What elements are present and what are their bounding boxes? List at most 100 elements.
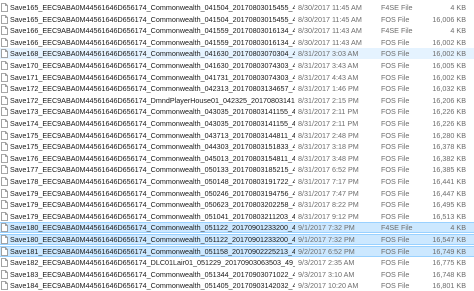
file-icon — [1, 200, 8, 210]
file-name: Save172_EEC9ABA0M44561646D656174_DmndPla… — [10, 95, 295, 105]
file-date-modified: 8/30/2017 11:45 AM — [298, 3, 362, 12]
file-icon — [1, 84, 8, 94]
file-size: 16,513 KB — [432, 211, 466, 221]
file-list: Save165_EEC9ABA0M44561646D656174_Commonw… — [0, 0, 474, 290]
file-size: 16,378 KB — [432, 142, 466, 152]
file-row[interactable]: Save180_EEC9ABA0M44561646D656174_Commonw… — [0, 222, 474, 234]
file-name: Save178_EEC9ABA0M44561646D656174_Commonw… — [10, 177, 295, 186]
file-size: 16,006 KB — [432, 14, 466, 24]
file-date-modified: 8/31/2017 7:17 PM — [298, 177, 359, 186]
file-date-modified: 8/31/2017 2:11 PM — [298, 119, 359, 128]
file-name: Save179_EEC9ABA0M44561646D656174_Commonw… — [10, 200, 295, 210]
file-icon — [1, 49, 8, 59]
file-date-modified: 9/3/2017 2:35 AM — [298, 258, 355, 268]
file-row[interactable]: Save166_EEC9ABA0M44561646D656174_Commonw… — [0, 25, 474, 36]
file-size: 16,748 KB — [432, 269, 466, 279]
file-icon — [1, 223, 8, 233]
file-name: Save166_EEC9ABA0M44561646D656174_Commonw… — [10, 37, 295, 47]
file-date-modified: 8/31/2017 3:18 PM — [298, 142, 359, 152]
file-icon — [1, 246, 8, 256]
file-size: 16,002 KB — [432, 72, 466, 82]
file-date-modified: 8/31/2017 2:11 PM — [298, 107, 359, 117]
file-name: Save168_EEC9ABA0M44561646D656174_Commonw… — [10, 49, 295, 59]
file-row[interactable]: Save172_EEC9ABA0M44561646D656174_DmndPla… — [0, 95, 474, 106]
file-icon — [1, 258, 8, 268]
file-row[interactable]: Save179_EEC9ABA0M44561646D656174_Commonw… — [0, 199, 474, 210]
file-size: 16,441 KB — [432, 177, 466, 186]
file-name: Save181_EEC9ABA0M44561646D656174_Commonw… — [10, 246, 295, 256]
file-date-modified: 8/31/2017 1:46 PM — [298, 84, 359, 94]
file-name: Save171_EEC9ABA0M44561646D656174_Commonw… — [10, 72, 295, 82]
file-size: 16,495 KB — [432, 200, 466, 210]
file-row[interactable]: Save174_EEC9ABA0M44561646D656174_Commonw… — [0, 118, 474, 129]
file-size: 16,749 KB — [432, 246, 466, 256]
file-row[interactable]: Save183_EEC9ABA0M44561646D656174_Commonw… — [0, 269, 474, 280]
file-size: 4 KB — [450, 3, 466, 12]
file-date-modified: 9/1/2017 7:32 PM — [298, 223, 355, 233]
file-row[interactable]: Save171_EEC9ABA0M44561646D656174_Commonw… — [0, 72, 474, 83]
file-row[interactable]: Save165_EEC9ABA0M44561646D656174_Commonw… — [0, 14, 474, 25]
file-name: Save179_EEC9ABA0M44561646D656174_Commonw… — [10, 188, 295, 198]
file-row[interactable]: Save168_EEC9ABA0M44561646D656174_Commonw… — [0, 48, 474, 60]
file-name: Save173_EEC9ABA0M44561646D656174_Commonw… — [10, 107, 295, 117]
file-name: Save172_EEC9ABA0M44561646D656174_Commonw… — [10, 84, 295, 94]
file-row[interactable]: Save176_EEC9ABA0M44561646D656174_Commonw… — [0, 153, 474, 164]
file-size: 16,206 KB — [432, 95, 466, 105]
file-name: Save165_EEC9ABA0M44561646D656174_Commonw… — [10, 14, 295, 24]
file-name: Save182_EEC9ABA0M44561646D656174_DLC01La… — [10, 258, 295, 268]
file-name: Save170_EEC9ABA0M44561646D656174_Commonw… — [10, 61, 295, 70]
file-size: 16,382 KB — [432, 153, 466, 163]
file-date-modified: 8/31/2017 7:47 PM — [298, 188, 359, 198]
file-size: 16,775 KB — [432, 258, 466, 268]
file-icon — [1, 61, 8, 70]
file-date-modified: 8/31/2017 3:03 AM — [298, 49, 359, 59]
file-date-modified: 8/31/2017 2:15 PM — [298, 95, 359, 105]
file-row[interactable]: Save181_EEC9ABA0M44561646D656174_Commonw… — [0, 245, 474, 257]
file-row[interactable]: Save172_EEC9ABA0M44561646D656174_Commonw… — [0, 83, 474, 94]
file-row[interactable]: Save165_EEC9ABA0M44561646D656174_Commonw… — [0, 2, 474, 13]
file-date-modified: 8/30/2017 11:43 AM — [298, 37, 362, 47]
file-icon — [1, 95, 8, 105]
file-icon — [1, 165, 8, 175]
file-row[interactable]: Save179_EEC9ABA0M44561646D656174_Commonw… — [0, 211, 474, 222]
file-icon — [1, 119, 8, 128]
file-size: 16,226 KB — [432, 119, 466, 128]
file-icon — [1, 177, 8, 186]
file-icon — [1, 188, 8, 198]
file-date-modified: 8/31/2017 4:43 AM — [298, 72, 359, 82]
file-row[interactable]: Save173_EEC9ABA0M44561646D656174_Commonw… — [0, 106, 474, 117]
file-row[interactable]: Save175_EEC9ABA0M44561646D656174_Commonw… — [0, 130, 474, 141]
file-row[interactable]: Save170_EEC9ABA0M44561646D656174_Commonw… — [0, 60, 474, 71]
file-row[interactable]: Save178_EEC9ABA0M44561646D656174_Commonw… — [0, 176, 474, 187]
file-row[interactable]: Save166_EEC9ABA0M44561646D656174_Commonw… — [0, 37, 474, 48]
file-name: Save166_EEC9ABA0M44561646D656174_Commonw… — [10, 26, 295, 36]
file-name: Save177_EEC9ABA0M44561646D656174_Commonw… — [10, 165, 295, 175]
file-icon — [1, 14, 8, 24]
file-date-modified: 9/3/2017 3:10 AM — [298, 269, 355, 279]
file-size: 16,801 KB — [432, 281, 466, 291]
file-row[interactable]: Save182_EEC9ABA0M44561646D656174_DLC01La… — [0, 257, 474, 268]
file-row[interactable]: Save179_EEC9ABA0M44561646D656174_Commonw… — [0, 188, 474, 199]
file-name: Save183_EEC9ABA0M44561646D656174_Commonw… — [10, 269, 295, 279]
file-icon — [1, 26, 8, 36]
file-size: 16,005 KB — [432, 61, 466, 70]
file-row[interactable]: Save175_EEC9ABA0M44561646D656174_Commonw… — [0, 141, 474, 152]
file-size: 16,447 KB — [432, 188, 466, 198]
file-size: 16,032 KB — [432, 84, 466, 94]
file-row[interactable]: Save184_EEC9ABA0M44561646D656174_Commonw… — [0, 280, 474, 291]
file-name: Save174_EEC9ABA0M44561646D656174_Commonw… — [10, 119, 295, 128]
file-icon — [1, 142, 8, 152]
file-date-modified: 9/1/2017 7:32 PM — [298, 235, 355, 244]
file-size: 16,002 KB — [432, 49, 466, 59]
file-size: 16,002 KB — [432, 37, 466, 47]
file-size: 4 KB — [450, 223, 466, 233]
file-icon — [1, 107, 8, 117]
file-date-modified: 8/31/2017 2:48 PM — [298, 130, 359, 140]
file-date-modified: 8/30/2017 11:43 AM — [298, 26, 362, 36]
file-row[interactable]: Save177_EEC9ABA0M44561646D656174_Commonw… — [0, 164, 474, 175]
file-icon — [1, 37, 8, 47]
file-date-modified: 8/31/2017 3:43 AM — [298, 61, 359, 70]
file-row[interactable]: Save180_EEC9ABA0M44561646D656174_Commonw… — [0, 234, 474, 245]
file-date-modified: 8/31/2017 3:48 PM — [298, 153, 359, 163]
file-icon — [1, 153, 8, 163]
